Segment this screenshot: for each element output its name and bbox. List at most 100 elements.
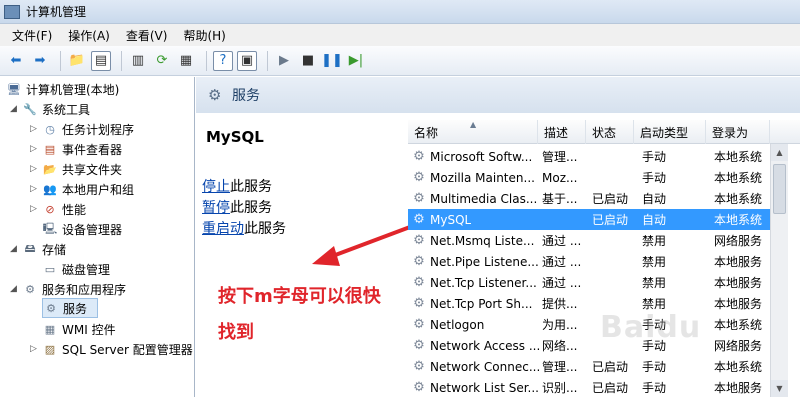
service-row[interactable]: ⚙ Network Connec... 管理... 已启动 手动 本地系统 [408, 356, 770, 377]
tree-wmi[interactable]: ▦ WMI 控件 [42, 319, 116, 339]
cell-name-text: Network Connec... [430, 359, 541, 374]
stop-link[interactable]: 停止 [202, 179, 230, 195]
scroll-down-icon[interactable]: ▼ [771, 380, 788, 397]
collapsed-arrow-icon[interactable]: ▷ [30, 164, 42, 174]
menu-action[interactable]: 操作(A) [60, 27, 118, 44]
cell-description: 通过 ... [542, 230, 581, 251]
column-name[interactable]: 名称 [408, 120, 538, 144]
service-gear-icon: ⚙ [413, 317, 425, 332]
console-icon[interactable]: ▣ [237, 50, 257, 71]
pause-service-action: 暂停此服务 [202, 197, 272, 217]
tree-services-apps[interactable]: ◢ ⚙ 服务和应用程序 [10, 279, 126, 299]
tree-disk-management[interactable]: ▭ 磁盘管理 [42, 259, 110, 279]
selected-service-name: MySQL [206, 128, 264, 146]
collapsed-arrow-icon[interactable]: ▷ [30, 184, 42, 194]
cell-name: ⚙ Net.Pipe Listene... [412, 251, 539, 272]
console-tree: 🖥 计算机管理(本地) ◢ 🔧 系统工具 ▷ ◷ 任务计划程序 ▷ ▤ 事件查看… [0, 77, 195, 397]
cell-name: ⚙ Net.Tcp Listener... [412, 272, 537, 293]
cell-name: ⚙ Netlogon [412, 314, 484, 335]
column-status[interactable]: 状态 [586, 120, 634, 144]
tree-root[interactable]: 🖥 计算机管理(本地) [6, 79, 119, 99]
cell-name: ⚙ Net.Tcp Port Sh... [412, 293, 532, 314]
service-row[interactable]: ⚙ Network Access ... 网络... 手动 网络服务 [408, 335, 770, 356]
cell-description-text: 提供... [542, 297, 578, 311]
cell-name: ⚙ MySQL [412, 209, 471, 230]
tree-event-viewer[interactable]: ▷ ▤ 事件查看器 [30, 139, 122, 159]
toolbar-divider [206, 50, 207, 71]
column-description[interactable]: 描述 [538, 120, 586, 144]
start-service-icon[interactable]: ▶ [274, 51, 294, 71]
cell-log-on-as-text: 本地系统 [714, 192, 763, 206]
pause-service-icon[interactable]: ❚❚ [321, 51, 343, 71]
tree-label: 性能 [62, 202, 87, 217]
pane-header: ⚙ 服务 [196, 77, 800, 113]
vertical-scrollbar[interactable]: ▲ ▼ [770, 144, 788, 397]
cell-description-text: 通过 ... [542, 234, 582, 248]
back-arrow-icon[interactable]: ⬅ [6, 51, 26, 71]
expanded-arrow-icon[interactable]: ◢ [10, 284, 22, 294]
scroll-up-icon[interactable]: ▲ [771, 144, 788, 161]
cell-log-on-as-text: 本地系统 [714, 318, 763, 332]
tree-label: 设备管理器 [62, 222, 123, 237]
cell-status-text: 已启动 [592, 360, 629, 374]
cell-startup-type-text: 禁用 [642, 276, 667, 290]
tree-task-scheduler[interactable]: ▷ ◷ 任务计划程序 [30, 119, 134, 139]
cell-description-text: 基于... [542, 192, 578, 206]
cell-description: 管理... [542, 356, 577, 377]
expanded-arrow-icon[interactable]: ◢ [10, 244, 22, 254]
collapsed-arrow-icon[interactable]: ▷ [30, 124, 42, 134]
service-row[interactable]: ⚙ Multimedia Clas... 基于... 已启动 自动 本地系统 [408, 188, 770, 209]
menu-help[interactable]: 帮助(H) [175, 27, 233, 44]
tree-shared-folders[interactable]: ▷ 📂 共享文件夹 [30, 159, 122, 179]
service-row[interactable]: ⚙ Network List Ser... 识别... 已启动 手动 本地服务 [408, 377, 770, 397]
service-row[interactable]: ⚙ Microsoft Softw... 管理... 手动 本地系统 [408, 146, 770, 167]
refresh-icon[interactable]: ⟳ [152, 51, 172, 71]
service-row[interactable]: ⚙ Net.Pipe Listene... 通过 ... 禁用 本地服务 [408, 251, 770, 272]
cell-startup-type-text: 手动 [642, 381, 667, 395]
stop-service-icon[interactable]: ■ [298, 51, 318, 71]
properties-icon[interactable]: ▥ [128, 51, 148, 71]
cell-name-text: Network Access ... [430, 338, 541, 353]
action-suffix: 此服务 [244, 221, 286, 237]
tree-system-tools[interactable]: ◢ 🔧 系统工具 [10, 99, 90, 119]
up-folder-icon[interactable]: 📁 [67, 51, 87, 71]
forward-arrow-icon[interactable]: ➡ [30, 51, 50, 71]
export-list-icon[interactable]: ▦ [176, 51, 196, 71]
tree-local-users[interactable]: ▷ 👥 本地用户和组 [30, 179, 134, 199]
collapsed-arrow-icon[interactable]: ▷ [30, 344, 42, 354]
restart-link[interactable]: 重启动 [202, 221, 244, 237]
service-row[interactable]: ⚙ Net.Tcp Port Sh... 提供... 禁用 本地服务 [408, 293, 770, 314]
tree-device-manager[interactable]: 🖳 设备管理器 [42, 219, 122, 239]
service-row[interactable]: ⚙ Netlogon 为用... 手动 本地系统 [408, 314, 770, 335]
cell-name: ⚙ Network Connec... [412, 356, 540, 377]
service-row[interactable]: ⚙ Net.Tcp Listener... 通过 ... 禁用 本地服务 [408, 272, 770, 293]
service-gear-icon: ⚙ [413, 338, 425, 353]
show-tree-icon[interactable]: ▤ [91, 50, 111, 71]
pause-link[interactable]: 暂停 [202, 200, 230, 216]
column-log-on-as[interactable]: 登录为 [706, 120, 770, 144]
cell-name-text: MySQL [430, 212, 472, 227]
column-startup-type[interactable]: 启动类型 [634, 120, 706, 144]
tree-services[interactable]: ⚙ 服务 [42, 298, 98, 318]
toolbar-divider [121, 50, 122, 71]
cell-startup-type: 手动 [642, 146, 666, 167]
help-icon[interactable]: ? [213, 50, 233, 71]
cell-log-on-as-text: 本地系统 [714, 213, 763, 227]
service-row[interactable]: ⚙ Net.Msmq Liste... 通过 ... 禁用 网络服务 [408, 230, 770, 251]
menu-file[interactable]: 文件(F) [4, 27, 60, 44]
service-row[interactable]: ⚙ Mozilla Mainten... Moz... 手动 本地系统 [408, 167, 770, 188]
collapsed-arrow-icon[interactable]: ▷ [30, 204, 42, 214]
menu-view[interactable]: 查看(V) [118, 27, 176, 44]
cell-startup-type-text: 手动 [642, 171, 667, 185]
cell-description: 管理... [542, 146, 577, 167]
collapsed-arrow-icon[interactable]: ▷ [30, 144, 42, 154]
scroll-thumb[interactable] [773, 164, 786, 214]
cell-name-text: Net.Msmq Liste... [430, 233, 535, 248]
cell-log-on-as: 本地服务 [714, 377, 762, 397]
tree-performance[interactable]: ▷ ⊘ 性能 [30, 199, 86, 219]
expanded-arrow-icon[interactable]: ◢ [10, 104, 22, 114]
tree-storage[interactable]: ◢ 🖴 存储 [10, 239, 66, 259]
tree-sql-config[interactable]: ▷ ▨ SQL Server 配置管理器 [30, 339, 193, 359]
restart-service-icon[interactable]: ▶| [346, 51, 366, 71]
service-row[interactable]: ⚙ MySQL 已启动 自动 本地系统 [408, 209, 770, 230]
